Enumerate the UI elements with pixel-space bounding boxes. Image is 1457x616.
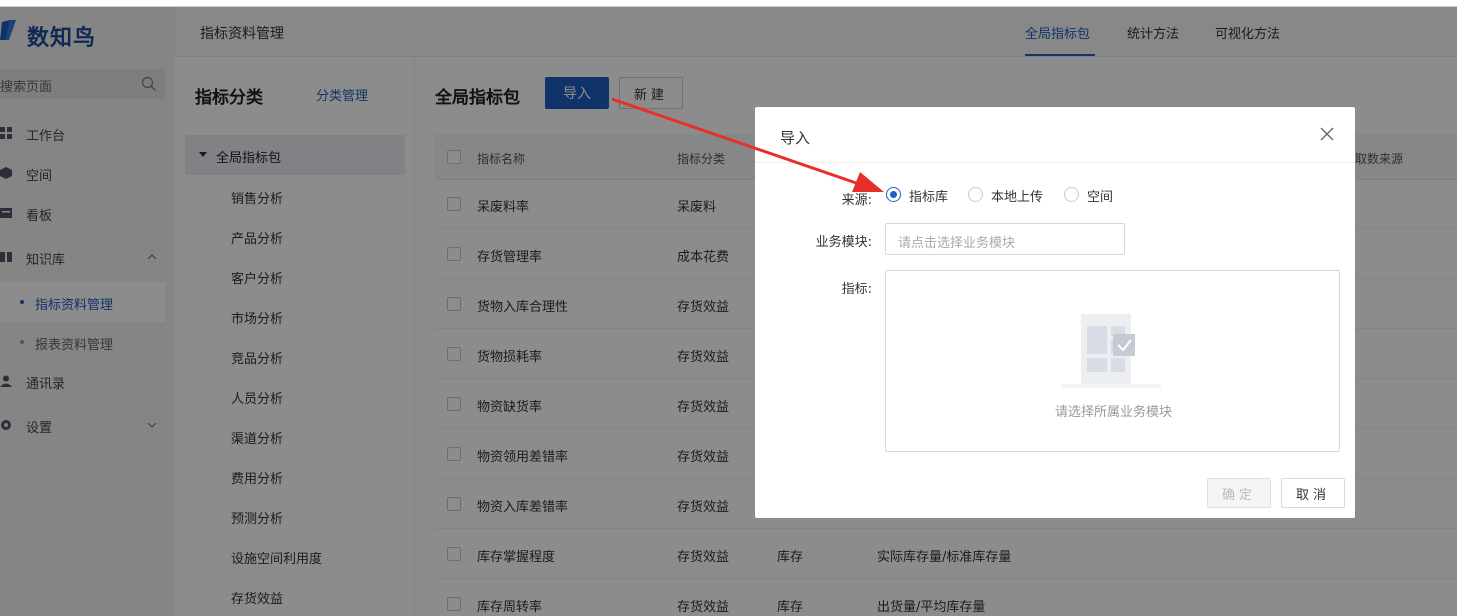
- business-module-input[interactable]: 请点击选择业务模块: [885, 223, 1125, 255]
- cancel-button[interactable]: 取消: [1281, 478, 1345, 508]
- radio-space[interactable]: [1064, 187, 1079, 202]
- empty-box-icon: [1061, 314, 1161, 388]
- dialog-title: 导入: [780, 129, 811, 147]
- radio-label[interactable]: 空间: [1087, 186, 1113, 205]
- top-border: [0, 6, 1457, 7]
- dialog-divider: [755, 162, 1355, 163]
- confirm-button[interactable]: 确定: [1207, 478, 1271, 508]
- metric-label: 指标:: [841, 282, 872, 297]
- module-placeholder: 请点击选择业务模块: [898, 236, 1016, 251]
- radio-label[interactable]: 指标库: [909, 186, 948, 205]
- module-label: 业务模块:: [815, 235, 872, 250]
- metric-list-box[interactable]: 请选择所属业务模块: [885, 270, 1340, 452]
- source-label: 来源:: [841, 193, 872, 208]
- radio-metric-library[interactable]: [886, 187, 901, 202]
- radio-local-upload[interactable]: [968, 187, 983, 202]
- radio-label[interactable]: 本地上传: [991, 186, 1043, 205]
- empty-state-text: 请选择所属业务模块: [1054, 405, 1172, 420]
- import-dialog: 导入 来源: 指标库 本地上传 空间 业务模块: 请点击选择业务模块 指标: 请…: [755, 107, 1355, 518]
- close-icon[interactable]: [1320, 127, 1334, 141]
